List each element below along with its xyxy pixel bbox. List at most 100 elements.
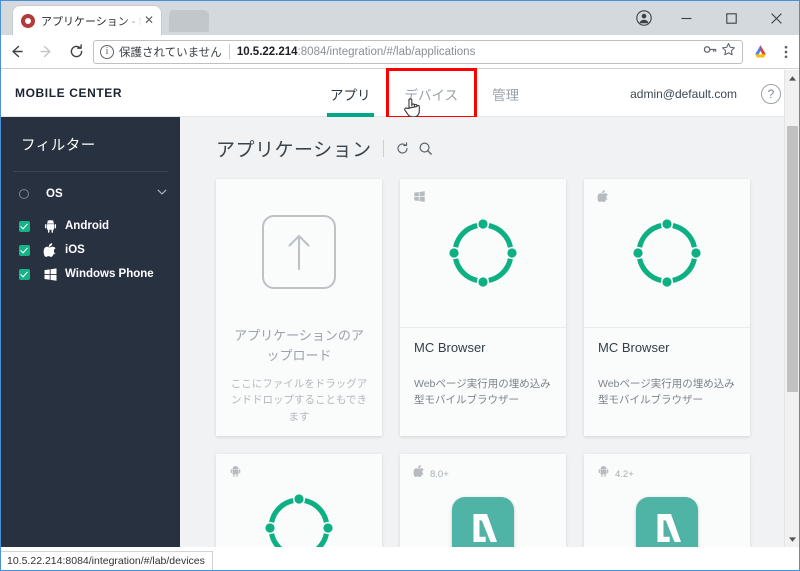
window-maximize-button[interactable] xyxy=(709,1,754,35)
loading-spinner-icon xyxy=(444,214,522,292)
card-os-version: 8.0+ xyxy=(430,468,449,480)
application-card[interactable]: 4.2+ xyxy=(584,454,750,547)
reload-button[interactable] xyxy=(61,37,91,67)
tab-admin[interactable]: 管理 xyxy=(475,70,536,117)
ios-label: iOS xyxy=(65,244,85,256)
tab-close-icon[interactable]: ✕ xyxy=(142,13,156,28)
site-info-icon[interactable]: i xyxy=(100,44,114,59)
page-scrollbar[interactable] xyxy=(784,70,799,547)
os-group-radio[interactable] xyxy=(19,189,29,199)
windows-phone-checkbox[interactable] xyxy=(19,268,30,280)
browser-window: アプリケーション - Mobile C ✕ xyxy=(0,0,800,571)
help-icon[interactable]: ? xyxy=(761,84,781,104)
card-os-badge xyxy=(413,190,431,208)
filter-group-os[interactable]: OS xyxy=(1,172,180,214)
address-bar[interactable]: i 保護されていません 10.5.22.214:8084/integration… xyxy=(93,39,743,64)
page-title: アプリケーション xyxy=(216,140,372,161)
content-header: アプリケーション xyxy=(180,117,784,162)
window-minimize-button[interactable] xyxy=(664,1,709,35)
upload-card-title: アプリケーションのアップロード xyxy=(234,328,364,363)
app-brand-logo: MOBILE CENTER xyxy=(15,86,123,100)
app-header: MOBILE CENTER アプリ デバイス 管理 admin@default.… xyxy=(1,68,799,119)
android-icon xyxy=(42,218,58,234)
android-checkbox[interactable] xyxy=(19,220,30,232)
loading-spinner-icon xyxy=(628,214,706,292)
os-group-label: OS xyxy=(46,188,63,200)
forward-button[interactable] xyxy=(31,37,61,67)
drive-extension-icon[interactable] xyxy=(747,39,773,65)
refresh-icon[interactable] xyxy=(393,139,413,159)
card-os-badge: 8.0+ xyxy=(413,465,449,483)
scroll-down-arrow-icon[interactable] xyxy=(785,531,799,547)
upload-card-subtitle: ここにファイルをドラッグアンドドロップすることもできます xyxy=(230,378,368,423)
card-os-badge xyxy=(229,465,247,483)
windows-icon xyxy=(42,266,58,282)
security-status-text: 保護されていません xyxy=(119,46,222,59)
url-host: 10.5.22.214 xyxy=(236,45,298,58)
tab-admin-label: 管理 xyxy=(492,87,520,103)
scroll-up-arrow-icon[interactable] xyxy=(785,70,799,86)
status-link-url: 10.5.22.214:8084/integration/#/lab/devic… xyxy=(1,551,213,570)
header-divider xyxy=(382,140,384,157)
star-icon[interactable] xyxy=(721,42,736,62)
filter-item-android[interactable]: Android xyxy=(1,214,180,238)
tab-favicon-icon xyxy=(21,13,35,28)
apple-icon xyxy=(597,190,609,208)
tab-apps[interactable]: アプリ xyxy=(313,70,388,117)
filter-sidebar: フィルター OS Android iOS Windows Phone xyxy=(1,117,180,547)
app-tile-icon xyxy=(452,497,514,547)
key-icon[interactable] xyxy=(703,42,718,62)
card-body: MC Browser Webページ実行用の埋め込み型モバイルブラウザー xyxy=(400,327,566,436)
main-content: アプリケーション アプリケーションのアップロード ここにファイルをドラッグアンド… xyxy=(180,117,784,547)
windows-phone-label: Windows Phone xyxy=(65,268,154,280)
scrollbar-thumb[interactable] xyxy=(787,126,798,392)
card-os-badge xyxy=(597,190,614,208)
omnibox-divider xyxy=(228,44,230,59)
card-description: Webページ実行用の埋め込み型モバイルブラウザー xyxy=(414,378,551,407)
tab-devices[interactable]: デバイス xyxy=(385,68,478,119)
application-card-grid: アプリケーションのアップロード ここにファイルをドラッグアンドドロップすることも… xyxy=(180,162,784,547)
filter-item-windows-phone[interactable]: Windows Phone xyxy=(1,262,180,286)
user-email-label[interactable]: admin@default.com xyxy=(630,87,737,101)
card-os-version: 4.2+ xyxy=(615,468,634,480)
browser-status-bar: 10.5.22.214:8084/integration/#/lab/devic… xyxy=(1,547,799,570)
application-card[interactable]: MC Browser Webページ実行用の埋め込み型モバイルブラウザー xyxy=(400,179,566,436)
application-card[interactable]: MC Browser Webページ実行用の埋め込み型モバイルブラウザー xyxy=(584,179,750,436)
omnibox-actions xyxy=(703,42,736,62)
card-description: Webページ実行用の埋め込み型モバイルブラウザー xyxy=(598,378,735,407)
apple-icon xyxy=(413,465,425,483)
android-icon xyxy=(597,465,610,483)
window-close-button[interactable] xyxy=(754,1,799,35)
sidebar-title: フィルター xyxy=(21,138,96,154)
card-os-badge: 4.2+ xyxy=(597,465,634,483)
window-controls xyxy=(624,1,799,35)
tab-devices-label: デバイス xyxy=(404,87,459,103)
ios-checkbox[interactable] xyxy=(19,244,30,256)
upload-application-card[interactable]: アプリケーションのアップロード ここにファイルをドラッグアンドドロップすることも… xyxy=(216,179,382,436)
application-card[interactable]: 8.0+ xyxy=(400,454,566,547)
back-button[interactable] xyxy=(1,37,31,67)
card-title: MC Browser xyxy=(598,340,670,355)
browser-tab[interactable]: アプリケーション - Mobile C ✕ xyxy=(13,6,161,35)
card-body: MC Browser Webページ実行用の埋め込み型モバイルブラウザー xyxy=(584,327,750,436)
app-tile-icon xyxy=(636,497,698,547)
android-icon xyxy=(229,465,242,483)
upload-arrow-icon xyxy=(262,215,336,289)
search-icon[interactable] xyxy=(416,139,436,159)
profile-icon[interactable] xyxy=(624,1,664,35)
url-path: :8084/integration/#/lab/applications xyxy=(297,45,476,58)
filter-item-ios[interactable]: iOS xyxy=(1,238,180,262)
tab-apps-label: アプリ xyxy=(330,87,371,103)
url-text: 10.5.22.214:8084/integration/#/lab/appli… xyxy=(237,46,703,58)
three-dot-menu-icon[interactable] xyxy=(773,39,799,65)
new-tab-button[interactable] xyxy=(168,10,210,32)
card-title: MC Browser xyxy=(414,340,486,355)
chevron-down-icon[interactable] xyxy=(156,185,168,203)
application-card[interactable] xyxy=(216,454,382,547)
app-nav-tabs: アプリ デバイス 管理 xyxy=(313,68,536,119)
loading-spinner-icon xyxy=(260,489,338,547)
apple-icon xyxy=(42,242,58,258)
windows-icon xyxy=(413,190,426,208)
browser-toolbar: i 保護されていません 10.5.22.214:8084/integration… xyxy=(1,35,799,69)
tab-title: アプリケーション - Mobile C xyxy=(41,15,142,28)
